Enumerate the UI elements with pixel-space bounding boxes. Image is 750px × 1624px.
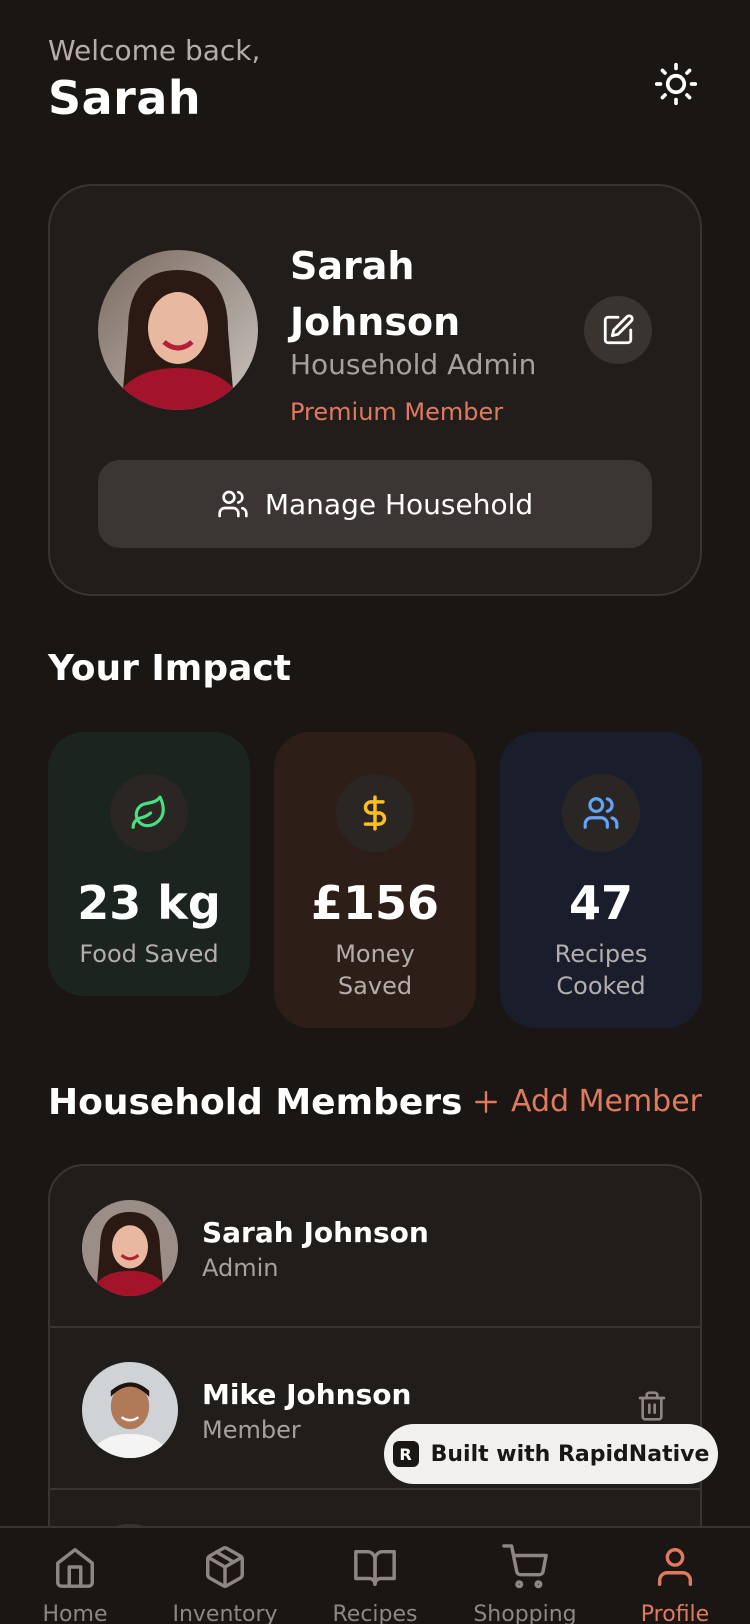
- edit-profile-button[interactable]: [584, 296, 652, 364]
- member-role: Admin: [202, 1254, 279, 1282]
- add-member-label: Add Member: [510, 1084, 702, 1119]
- members-list: Sarah Johnson Admin Mike Johnson Member: [48, 1164, 702, 1584]
- tab-profile[interactable]: Profile: [610, 1544, 740, 1624]
- box-icon: [206, 1546, 244, 1588]
- user-first-name: Sarah: [48, 71, 202, 125]
- stat-money-saved: £156 Money Saved: [274, 732, 476, 1028]
- stat-value: 47: [568, 876, 633, 930]
- membership-badge: Premium Member: [290, 398, 504, 426]
- stat-label: Food Saved: [79, 940, 219, 968]
- avatar: [82, 1362, 178, 1458]
- users-icon: [583, 797, 619, 829]
- tab-label: Shopping: [473, 1602, 577, 1624]
- tab-label: Inventory: [172, 1602, 278, 1624]
- avatar: [82, 1200, 178, 1296]
- tab-label: Home: [42, 1602, 108, 1624]
- tab-label: Recipes: [332, 1602, 418, 1624]
- edit-icon: [603, 314, 634, 345]
- member-role: Member: [202, 1416, 301, 1444]
- stat-value: 23 kg: [77, 876, 221, 930]
- tab-label: Profile: [640, 1602, 710, 1624]
- stat-food-saved: 23 kg Food Saved: [48, 732, 250, 996]
- leaf-icon: [131, 795, 165, 829]
- users-icon: [218, 490, 248, 518]
- cart-icon: [502, 1544, 548, 1589]
- stat-value: £156: [310, 876, 440, 930]
- trash-icon: [638, 1391, 666, 1421]
- built-with-badge[interactable]: R Built with RapidNative: [384, 1424, 718, 1484]
- rapidnative-logo-icon: R: [392, 1441, 419, 1467]
- tab-recipes[interactable]: Recipes: [310, 1544, 440, 1624]
- tab-bar: Home Inventory Recipes Shopping Profile: [0, 1526, 750, 1624]
- built-with-label: Built with RapidNative: [430, 1441, 710, 1467]
- sun-icon: [654, 62, 698, 106]
- header: Welcome back, Sarah: [48, 34, 702, 134]
- user-icon: [657, 1548, 693, 1586]
- dollar-icon: [363, 795, 387, 831]
- members-title: Household Members: [48, 1082, 463, 1123]
- stat-label: Recipes Cooked: [554, 940, 648, 1000]
- home-icon: [56, 1548, 94, 1588]
- theme-toggle-button[interactable]: [652, 60, 700, 108]
- tab-inventory[interactable]: Inventory: [160, 1544, 290, 1624]
- delete-member-button[interactable]: [636, 1388, 668, 1428]
- profile-role: Household Admin: [290, 348, 537, 381]
- stat-label: Money Saved: [335, 940, 415, 1000]
- manage-household-label: Manage Household: [264, 487, 534, 521]
- impact-title: Your Impact: [48, 648, 291, 689]
- add-member-button[interactable]: Add Member: [473, 1084, 702, 1119]
- welcome-text: Welcome back,: [48, 34, 261, 67]
- tab-home[interactable]: Home: [10, 1544, 140, 1624]
- profile-card: Sarah Johnson Household Admin Premium Me…: [48, 184, 702, 596]
- profile-name: Sarah Johnson: [290, 244, 461, 344]
- tab-shopping[interactable]: Shopping: [460, 1544, 590, 1624]
- plus-icon: [475, 1090, 497, 1113]
- avatar: [98, 250, 258, 410]
- member-name: Sarah Johnson: [202, 1216, 429, 1249]
- list-item[interactable]: Sarah Johnson Admin: [50, 1166, 700, 1328]
- stat-recipes-cooked: 47 Recipes Cooked: [500, 732, 702, 1028]
- member-name: Mike Johnson: [202, 1378, 412, 1411]
- book-icon: [354, 1549, 396, 1586]
- manage-household-button[interactable]: Manage Household: [98, 460, 652, 548]
